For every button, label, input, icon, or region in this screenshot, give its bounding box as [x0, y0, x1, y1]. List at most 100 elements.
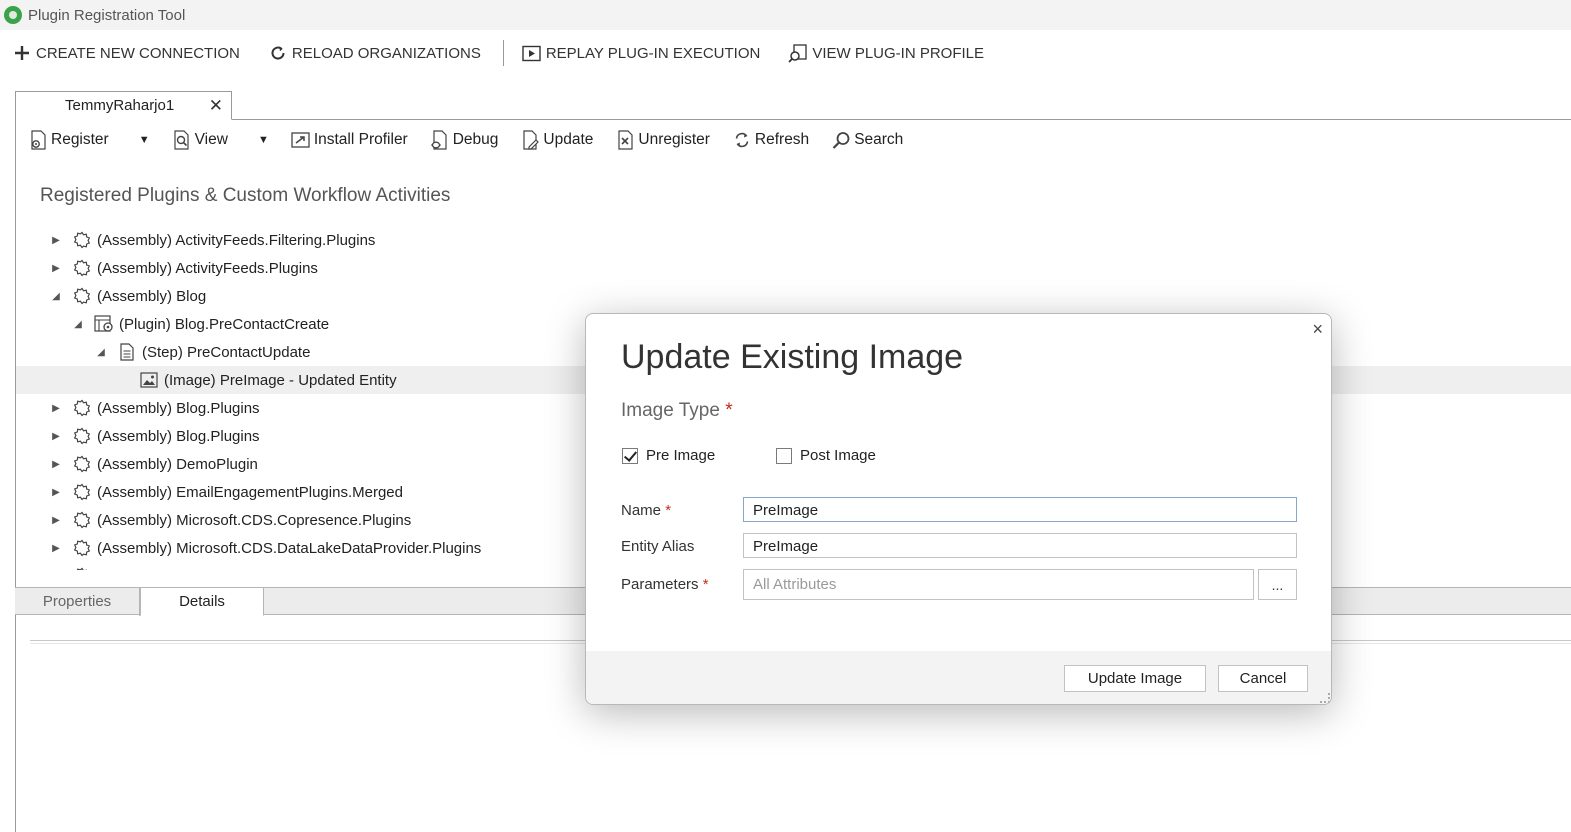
tree-node-label: (Assembly) ActivityFeeds.Plugins [97, 259, 318, 277]
install-profiler-button[interactable]: Install Profiler [291, 130, 408, 150]
tree-node-label: (Step) PreContactUpdate [142, 343, 311, 361]
register-button[interactable]: Register ▼ [28, 130, 150, 150]
tree-node[interactable]: ▶ (Assembly) ActivityFeeds.Filtering.Plug… [16, 226, 1571, 254]
name-input[interactable]: PreImage [743, 497, 1297, 522]
image-type-label: Image Type * [621, 400, 733, 422]
pre-image-checkbox[interactable] [622, 447, 638, 464]
assembly-gear-icon [72, 398, 92, 418]
unregister-label: Unregister [638, 131, 710, 148]
collapse-arrow-icon[interactable]: ◢ [72, 319, 84, 330]
expand-arrow-icon[interactable]: ▶ [50, 515, 62, 526]
app-logo-icon [4, 6, 22, 24]
section-title: Registered Plugins & Custom Workflow Act… [40, 185, 451, 206]
unregister-button[interactable]: Unregister [615, 130, 710, 150]
command-separator [502, 40, 504, 66]
cancel-button[interactable]: Cancel [1218, 665, 1308, 692]
assembly-gear-icon [72, 286, 92, 306]
collapse-arrow-icon[interactable]: ◢ [95, 347, 107, 358]
replay-plugin-execution-button[interactable]: REPLAY PLUG-IN EXECUTION [522, 43, 761, 63]
view-icon [172, 130, 192, 150]
image-type-text: Image Type [621, 400, 720, 421]
collapse-arrow-icon[interactable]: ◢ [50, 291, 62, 302]
close-icon[interactable]: × [1312, 319, 1323, 340]
required-marker: * [665, 502, 672, 519]
plugin-icon [94, 314, 114, 334]
dialog-footer: Update Image Cancel [586, 651, 1331, 704]
pre-image-option[interactable]: Pre Image [622, 447, 715, 464]
debug-button[interactable]: Debug [430, 130, 498, 150]
required-marker: * [702, 576, 709, 593]
view-plugin-profile-button[interactable]: VIEW PLUG-IN PROFILE [788, 43, 984, 63]
expand-arrow-icon[interactable]: ▶ [50, 403, 62, 414]
post-image-checkbox[interactable] [776, 447, 792, 464]
assembly-gear-icon [72, 258, 92, 278]
parameters-input[interactable]: All Attributes [743, 569, 1254, 600]
reload-organizations-button[interactable]: RELOAD ORGANIZATIONS [268, 43, 481, 63]
assembly-gear-icon [72, 510, 92, 530]
tree-node-label: (Assembly) Microsoft.CDS.Copresence.Plug… [97, 511, 412, 529]
assembly-gear-icon [72, 482, 92, 502]
register-dropdown-icon[interactable]: ▼ [139, 134, 150, 146]
tree-node-label: (Assembly) Microsoft.CDS.DataLakeDataPro… [97, 539, 482, 557]
update-image-button[interactable]: Update Image [1064, 665, 1206, 692]
resize-grip-icon[interactable] [1320, 693, 1330, 703]
assembly-gear-icon [72, 566, 92, 570]
expand-arrow-icon[interactable]: ▶ [50, 487, 62, 498]
update-image-dialog: × Update Existing Image Image Type * Pre… [585, 313, 1332, 705]
search-icon [831, 130, 851, 150]
replay-icon [522, 43, 542, 63]
tree-node[interactable]: ▶ (Assembly) ActivityFeeds.Plugins [16, 254, 1571, 282]
create-new-connection-button[interactable]: CREATE NEW CONNECTION [12, 43, 240, 63]
unregister-icon [615, 130, 635, 150]
tree-node-label: (Assembly) DemoPlugin [97, 455, 258, 473]
expand-arrow-icon[interactable]: ▶ [50, 543, 62, 554]
refresh-button[interactable]: Refresh [732, 130, 809, 150]
refresh-icon [732, 130, 752, 150]
view-plugin-profile-label: VIEW PLUG-IN PROFILE [812, 44, 985, 62]
tab-details[interactable]: Details [140, 587, 264, 616]
expand-arrow-icon[interactable]: ▶ [50, 263, 62, 274]
tree-node-label: (Assembly) ActivityFeeds.Filtering.Plugi… [97, 231, 376, 249]
tree-node[interactable]: ◢ (Assembly) Blog [16, 282, 1571, 310]
post-image-option[interactable]: Post Image [776, 447, 876, 464]
profile-search-icon [788, 43, 808, 63]
expand-arrow-icon[interactable]: ▶ [50, 431, 62, 442]
view-button[interactable]: View ▼ [172, 130, 269, 150]
replay-plugin-execution-label: REPLAY PLUG-IN EXECUTION [545, 44, 761, 62]
register-label: Register [51, 131, 109, 148]
assembly-gear-icon [72, 426, 92, 446]
view-label: View [194, 131, 228, 148]
debug-icon [430, 130, 450, 150]
tree-node-label: (Assembly) Blog [97, 287, 207, 305]
install-profiler-label: Install Profiler [313, 131, 408, 148]
expand-arrow-icon[interactable]: ▶ [50, 459, 62, 470]
app-title: Plugin Registration Tool [28, 6, 186, 24]
entity-alias-input[interactable]: PreImage [743, 533, 1297, 558]
reload-icon [268, 43, 288, 63]
search-button[interactable]: Search [831, 130, 903, 150]
assembly-gear-icon [72, 454, 92, 474]
select-attributes-button[interactable]: ... [1258, 569, 1297, 600]
name-label: Name * [621, 502, 671, 519]
refresh-label: Refresh [754, 131, 810, 148]
main-command-bar: CREATE NEW CONNECTION RELOAD ORGANIZATIO… [0, 34, 1571, 72]
pre-image-label: Pre Image [646, 447, 716, 464]
tab-properties[interactable]: Properties [15, 587, 140, 616]
expand-arrow-icon[interactable]: ▶ [50, 235, 62, 246]
connection-tab[interactable]: TemmyRaharjo1 ✕ [15, 91, 232, 120]
tree-node-label: (Image) PreImage - Updated Entity [164, 371, 397, 389]
post-image-label: Post Image [800, 447, 876, 464]
image-icon [139, 370, 159, 390]
tree-node-label: (Plugin) Blog.PreContactCreate [119, 315, 330, 333]
tree-node-label: (Assembly) Blog.Plugins [97, 427, 260, 445]
install-profiler-icon [291, 130, 311, 150]
update-icon [520, 130, 540, 150]
update-button[interactable]: Update [520, 130, 593, 150]
view-dropdown-icon[interactable]: ▼ [258, 134, 269, 146]
close-tab-icon[interactable]: ✕ [209, 96, 223, 116]
reload-organizations-label: RELOAD ORGANIZATIONS [291, 44, 481, 62]
plus-icon [12, 43, 32, 63]
required-marker: * [725, 400, 733, 421]
plugin-toolbar: Register ▼ View ▼ Install Profiler Debug… [28, 126, 925, 154]
assembly-gear-icon [72, 230, 92, 250]
